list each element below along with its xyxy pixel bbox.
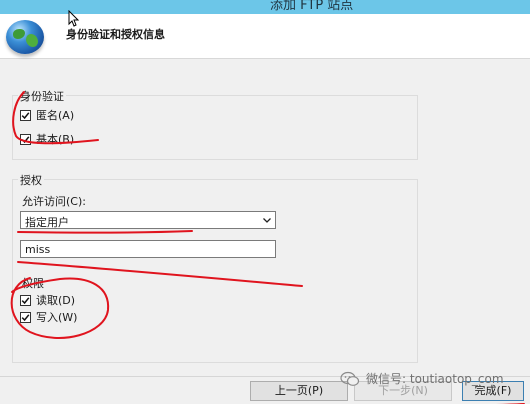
mouse-cursor-icon — [68, 10, 80, 27]
read-checkbox-row[interactable]: 读取(D) — [20, 292, 75, 308]
watermark-text: 微信号: toutiaotop_com — [366, 372, 504, 386]
allow-access-label: 允许访问(C): — [22, 195, 86, 208]
read-checkbox[interactable] — [20, 294, 31, 306]
authentication-group — [12, 95, 418, 160]
chevron-down-icon[interactable] — [262, 215, 272, 225]
checkmark-icon — [21, 111, 30, 119]
allow-access-value: 指定用户 — [25, 216, 69, 229]
authentication-group-title: 身份验证 — [18, 88, 66, 104]
window-title: 添加 FTP 站点 — [270, 0, 354, 13]
user-name-field[interactable] — [20, 240, 276, 258]
allow-access-select[interactable]: 指定用户 — [20, 211, 276, 229]
wechat-icon — [340, 371, 360, 386]
anonymous-checkbox[interactable] — [20, 109, 31, 121]
page-heading: 身份验证和授权信息 — [66, 28, 165, 41]
globe-icon — [6, 20, 44, 54]
anonymous-label: 匿名(A) — [36, 109, 75, 122]
watermark: 微信号: toutiaotop_com — [340, 370, 504, 387]
write-checkbox-row[interactable]: 写入(W) — [20, 309, 77, 325]
checkmark-icon — [21, 135, 30, 143]
authorization-group-title: 授权 — [18, 172, 44, 188]
checkmark-icon — [21, 296, 30, 304]
checkmark-icon — [21, 313, 30, 321]
write-checkbox[interactable] — [20, 311, 31, 323]
permissions-label: 权限 — [22, 277, 44, 290]
basic-checkbox-row[interactable]: 基本(B) — [20, 131, 74, 147]
read-label: 读取(D) — [36, 294, 76, 307]
basic-checkbox[interactable] — [20, 133, 31, 145]
previous-button[interactable]: 上一页(P) — [250, 381, 348, 401]
anonymous-checkbox-row[interactable]: 匿名(A) — [20, 107, 74, 123]
write-label: 写入(W) — [36, 311, 78, 324]
basic-label: 基本(B) — [36, 133, 75, 146]
